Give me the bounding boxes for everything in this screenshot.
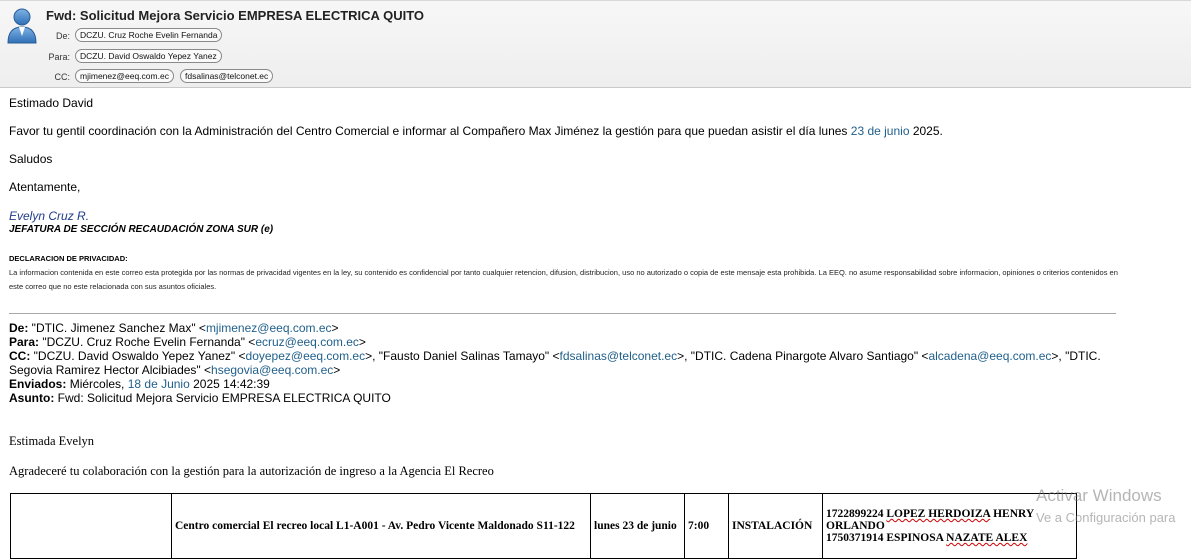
table-cell-type: INSTALACIÓN <box>728 493 823 559</box>
privacy-title: DECLARACION DE PRIVACIDAD: <box>9 254 128 263</box>
closing-saludos: Saludos <box>9 152 53 166</box>
to-label: Para: <box>48 52 70 62</box>
privacy-text: La informacion contenida en este correo … <box>9 268 1118 291</box>
fwd-cc-email-link[interactable]: alcadena@eeq.com.ec <box>928 349 1051 363</box>
activate-windows-subtext: Ve a Configuración para <box>1036 510 1176 525</box>
body-text: Favor tu gentil coordinación con la Admi… <box>9 124 851 138</box>
cc-contact-pill[interactable]: fdsalinas@telconet.ec <box>180 69 274 83</box>
schedule-table: Centro comercial El recreo local L1-A001… <box>10 493 1077 559</box>
email-header: Fwd: Solicitud Mejora Servicio EMPRESA E… <box>0 0 1191 88</box>
body-paragraph: Favor tu gentil coordinación con la Admi… <box>9 124 943 138</box>
greeting: Estimado David <box>9 96 94 110</box>
fwd-greeting: Estimada Evelyn <box>9 434 95 448</box>
from-label: De: <box>55 31 70 41</box>
fwd-cc-email-link[interactable]: doyepez@eeq.com.ec <box>246 349 366 363</box>
table-cell-empty <box>10 493 172 559</box>
activate-windows-watermark: Activar Windows <box>1036 486 1162 505</box>
fwd-text: Agradeceré tu colaboración con la gestió… <box>9 464 494 478</box>
signature-name: Evelyn Cruz R. <box>9 209 90 223</box>
fwd-subject-line: Asunto: Fwd: Solicitud Mejora Servicio E… <box>9 391 391 405</box>
fwd-cc-email-link[interactable]: hsegovia@eeq.com.ec <box>211 363 333 377</box>
date-link[interactable]: 23 de junio <box>851 124 910 138</box>
table-row: Centro comercial El recreo local L1-A001… <box>10 493 1077 559</box>
personnel-line-2: 1750371914 ESPINOSA NAZATE ALEX <box>826 532 1028 544</box>
body-text: 2025. <box>909 124 943 138</box>
forward-separator <box>9 313 1116 314</box>
cc-label: CC: <box>54 72 71 82</box>
signature-title: JEFATURA DE SECCIÓN RECAUDACIÓN ZONA SUR… <box>9 224 274 235</box>
fwd-to-email-link[interactable]: ecruz@eeq.com.ec <box>255 335 359 349</box>
from-contact-pill[interactable]: DCZU. Cruz Roche Evelin Fernanda <box>75 28 223 42</box>
fwd-cc-email-link[interactable]: fdsalinas@telconet.ec <box>560 349 678 363</box>
table-cell-location: Centro comercial El recreo local L1-A001… <box>171 493 591 559</box>
forwarded-header: De: "DTIC. Jimenez Sanchez Max" <mjimene… <box>9 321 1109 405</box>
fwd-to-line: Para: "DCZU. Cruz Roche Evelin Fernanda"… <box>9 335 366 349</box>
table-cell-date: lunes 23 de junio <box>590 493 685 559</box>
fwd-sent-date-link[interactable]: 18 de Junio <box>128 377 190 391</box>
email-subject: Fwd: Solicitud Mejora Servicio EMPRESA E… <box>46 8 425 23</box>
table-cell-time: 7:00 <box>684 493 729 559</box>
fwd-sent-line: Enviados: Miércoles, 18 de Junio 2025 14… <box>9 377 270 391</box>
cc-contact-pill[interactable]: mjimenez@eeq.com.ec <box>75 69 174 83</box>
closing-atentamente: Atentamente, <box>9 180 81 194</box>
fwd-cc-line: CC: "DCZU. David Oswaldo Yepez Yanez" <d… <box>9 349 1101 377</box>
fwd-from-line: De: "DTIC. Jimenez Sanchez Max" <mjimene… <box>9 321 339 335</box>
to-contact-pill[interactable]: DCZU. David Oswaldo Yepez Yanez <box>75 49 222 63</box>
fwd-from-email-link[interactable]: mjimenez@eeq.com.ec <box>206 321 332 335</box>
